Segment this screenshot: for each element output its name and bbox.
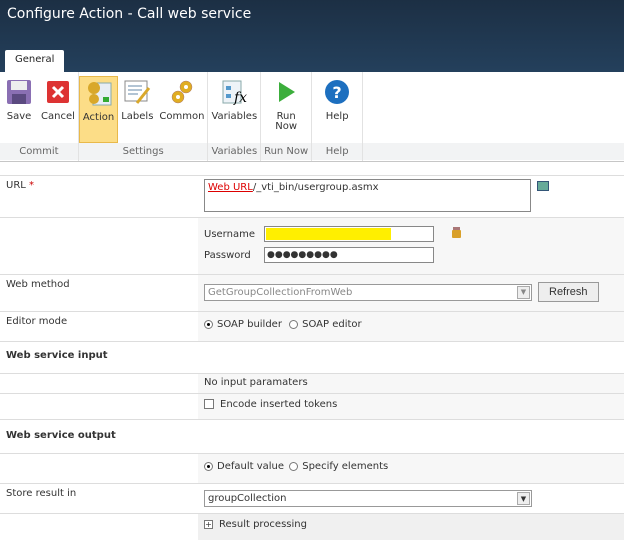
- cancel-label: Cancel: [41, 111, 75, 122]
- password-label: Password: [204, 249, 251, 261]
- now-label: Now: [275, 121, 298, 132]
- group-label: Variables: [208, 143, 261, 160]
- no-input-text: No input paramaters: [198, 374, 624, 393]
- group-variables: fx Variables Variables: [208, 72, 262, 161]
- web-service-input-heading: Web service input: [0, 342, 624, 374]
- encode-label: Encode inserted tokens: [220, 399, 338, 410]
- variables-label: Variables: [211, 111, 258, 122]
- expand-plus-icon: +: [204, 520, 213, 529]
- group-label: Commit: [0, 143, 78, 160]
- save-label: Save: [6, 111, 32, 122]
- group-commit: Save Cancel Commit: [0, 72, 79, 161]
- group-settings: Action Labels Common Settings: [78, 72, 209, 161]
- soap-builder-radio[interactable]: SOAP builder: [204, 319, 282, 330]
- floppy-disk-icon: [5, 78, 33, 106]
- labels-button[interactable]: Labels: [118, 76, 156, 143]
- web-url-token[interactable]: Web URL: [208, 182, 253, 193]
- editor-mode-label: Editor mode: [6, 316, 68, 327]
- help-button[interactable]: ? Help: [318, 76, 356, 143]
- action-label: Action: [82, 112, 115, 123]
- username-label: Username: [204, 228, 255, 240]
- lock-icon[interactable]: [452, 230, 461, 238]
- required-marker: *: [29, 180, 35, 191]
- group-label: Run Now: [261, 143, 312, 160]
- encode-tokens-checkbox[interactable]: Encode inserted tokens: [204, 399, 337, 410]
- run-now-button[interactable]: Run Now: [267, 76, 305, 143]
- web-method-label: Web method: [6, 279, 70, 290]
- chevron-down-icon: ▼: [517, 285, 530, 299]
- gear-document-icon: [85, 79, 113, 107]
- store-result-value: groupCollection: [208, 493, 287, 504]
- action-button[interactable]: Action: [78, 76, 119, 143]
- web-service-output-heading: Web service output: [0, 420, 624, 454]
- url-label: URL *: [0, 176, 198, 217]
- web-method-select[interactable]: GetGroupCollectionFromWeb ▼: [204, 283, 532, 301]
- web-method-value: GetGroupCollectionFromWeb: [208, 286, 353, 298]
- store-result-select[interactable]: groupCollection ▼: [204, 490, 532, 507]
- default-value-radio[interactable]: Default value: [204, 461, 284, 472]
- specify-elements-radio[interactable]: Specify elements: [289, 461, 388, 472]
- refresh-button[interactable]: Refresh: [538, 282, 599, 302]
- group-label: Help: [312, 143, 363, 160]
- url-value: /_vti_bin/usergroup.asmx: [252, 182, 379, 193]
- url-label-text: URL: [6, 180, 26, 191]
- password-input[interactable]: ●●●●●●●●●: [264, 247, 434, 263]
- group-run-now: Run Now Run Now: [261, 72, 313, 161]
- default-value-label: Default value: [217, 461, 285, 472]
- soap-editor-label: SOAP editor: [302, 319, 362, 330]
- close-icon: [44, 78, 72, 106]
- play-icon: [272, 78, 300, 106]
- variables-button[interactable]: fx Variables: [208, 76, 260, 143]
- result-processing-label: Result processing: [219, 519, 307, 530]
- soap-builder-label: SOAP builder: [217, 319, 282, 330]
- group-help: ? Help Help: [312, 72, 364, 161]
- specify-elements-label: Specify elements: [302, 461, 389, 472]
- labels-label: Labels: [121, 111, 154, 122]
- save-button[interactable]: Save: [0, 76, 38, 143]
- labels-pencil-icon: [123, 78, 151, 106]
- common-label: Common: [159, 111, 205, 122]
- store-result-label: Store result in: [6, 488, 77, 499]
- title-bar: Configure Action - Call web service Gene…: [0, 0, 624, 72]
- help-label: Help: [325, 111, 349, 122]
- svg-text:fx: fx: [233, 90, 247, 106]
- lookup-book-icon[interactable]: [537, 181, 549, 191]
- dialog-title: Configure Action - Call web service: [7, 6, 252, 22]
- result-processing-toggle[interactable]: + Result processing: [198, 514, 624, 540]
- common-button[interactable]: Common: [156, 76, 207, 143]
- ribbon: Save Cancel Commit Action Labels Common …: [0, 72, 624, 162]
- tab-general[interactable]: General: [5, 50, 65, 72]
- help-icon: ?: [323, 78, 351, 106]
- soap-editor-radio[interactable]: SOAP editor: [289, 319, 362, 330]
- svg-text:?: ?: [333, 83, 342, 102]
- function-icon: fx: [220, 78, 248, 106]
- gears-icon: [168, 78, 196, 106]
- cancel-button[interactable]: Cancel: [38, 76, 78, 143]
- url-input[interactable]: Web URL/_vti_bin/usergroup.asmx: [204, 179, 531, 212]
- configuration-form: URL * Web URL/_vti_bin/usergroup.asmx Us…: [0, 175, 624, 540]
- group-label: Settings: [78, 143, 208, 160]
- username-input[interactable]: [264, 226, 434, 242]
- chevron-down-icon: ▼: [517, 492, 530, 505]
